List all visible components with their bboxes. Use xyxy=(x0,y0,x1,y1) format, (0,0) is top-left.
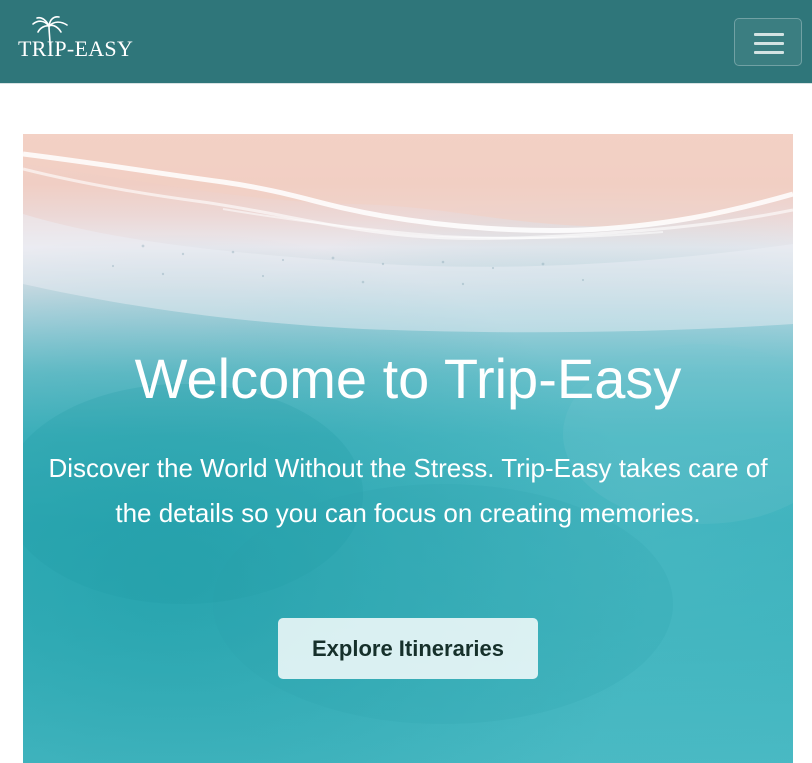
navbar-toggle-button[interactable] xyxy=(734,18,802,66)
hero-content: Welcome to Trip-Easy Discover the World … xyxy=(23,134,793,763)
hero-subtitle: Discover the World Without the Stress. T… xyxy=(48,453,768,528)
brand-name: TRIP-EASY xyxy=(18,36,134,61)
hamburger-menu-icon-bar-top xyxy=(754,33,784,36)
hamburger-menu-icon-bar-bottom xyxy=(754,51,784,54)
explore-itineraries-button[interactable]: Explore Itineraries xyxy=(278,618,538,679)
top-navbar: TRIP-EASY xyxy=(0,0,812,84)
hamburger-menu-icon-bar-middle xyxy=(754,42,784,45)
hero-banner: Welcome to Trip-Easy Discover the World … xyxy=(23,134,793,763)
brand-logo-link[interactable]: TRIP-EASY xyxy=(18,16,158,68)
hero-title: Welcome to Trip-Easy xyxy=(134,347,682,410)
